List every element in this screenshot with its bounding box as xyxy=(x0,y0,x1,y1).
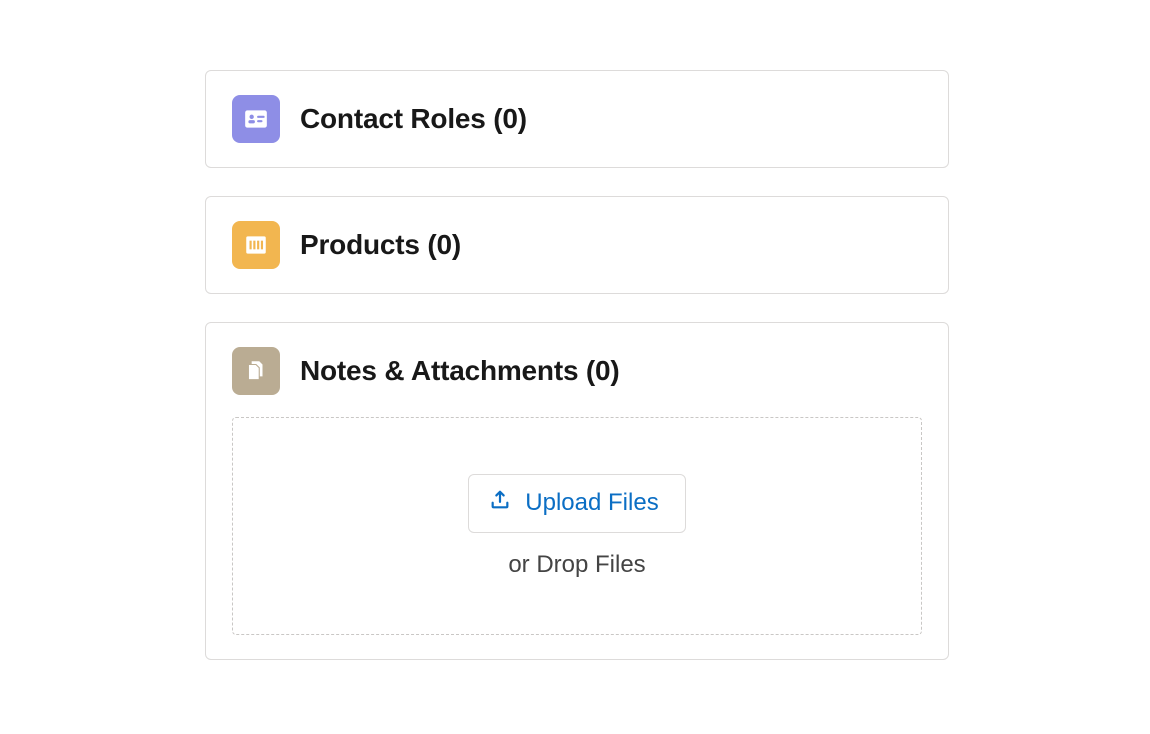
upload-button-label: Upload Files xyxy=(525,489,658,517)
card-header: Contact Roles (0) xyxy=(232,95,922,143)
notes-attachments-icon xyxy=(232,347,280,395)
drop-hint-text: or Drop Files xyxy=(508,551,645,579)
related-card-products[interactable]: Products (0) xyxy=(205,196,949,294)
card-title: Notes & Attachments (0) xyxy=(300,354,620,388)
related-card-notes-attachments[interactable]: Notes & Attachments (0) Upload Files or … xyxy=(205,322,949,660)
card-title: Products (0) xyxy=(300,228,461,262)
card-header: Notes & Attachments (0) xyxy=(232,347,922,395)
file-drop-zone[interactable]: Upload Files or Drop Files xyxy=(232,417,922,635)
card-header: Products (0) xyxy=(232,221,922,269)
card-title: Contact Roles (0) xyxy=(300,102,527,136)
related-card-contact-roles[interactable]: Contact Roles (0) xyxy=(205,70,949,168)
upload-files-button[interactable]: Upload Files xyxy=(468,474,685,533)
upload-icon xyxy=(489,489,511,518)
products-icon xyxy=(232,221,280,269)
contact-roles-icon xyxy=(232,95,280,143)
